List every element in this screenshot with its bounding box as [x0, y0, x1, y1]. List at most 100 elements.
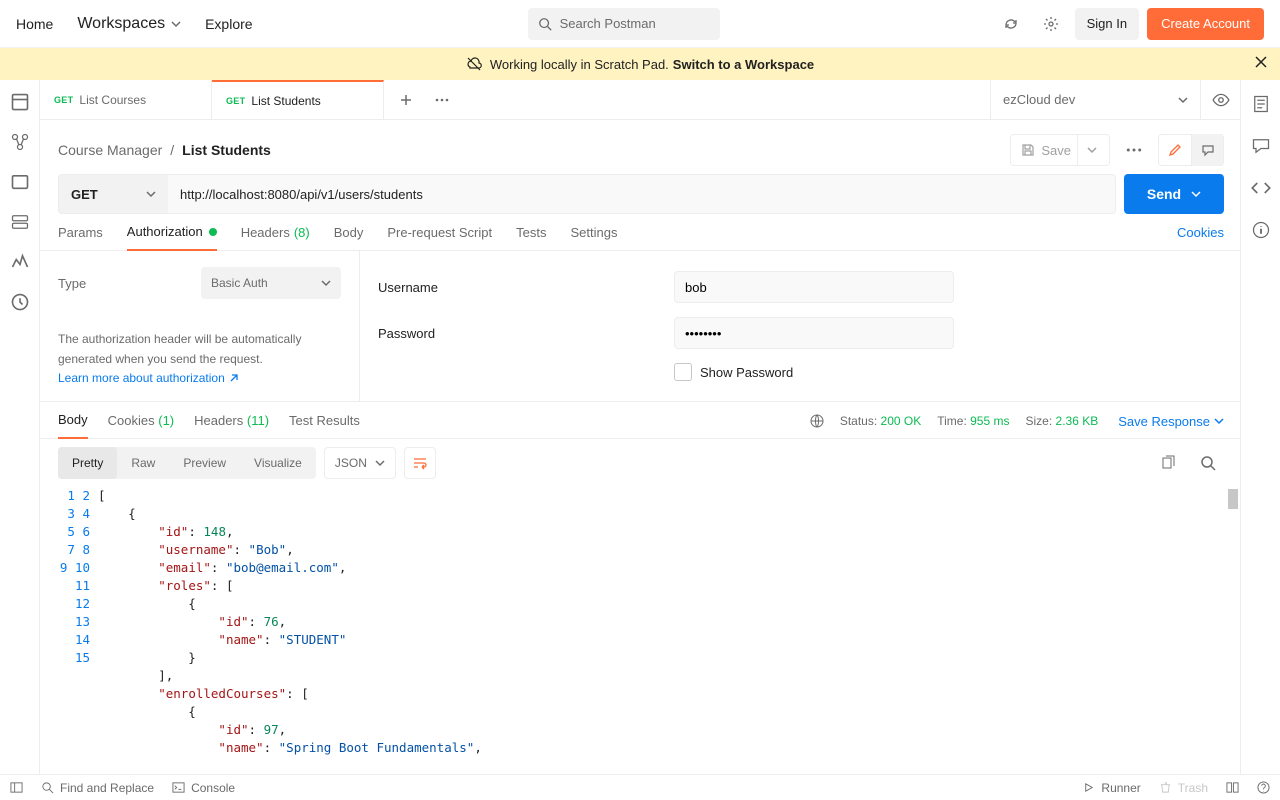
- status-value: 200 OK: [881, 414, 922, 428]
- search-response-icon[interactable]: [1192, 447, 1224, 479]
- chevron-down-icon: [146, 189, 156, 199]
- resp-tab-body[interactable]: Body: [58, 412, 88, 439]
- status-bar: Find and Replace Console Runner Trash: [0, 774, 1280, 800]
- time-value: 955 ms: [970, 414, 1009, 428]
- breadcrumb-parent[interactable]: Course Manager: [58, 142, 162, 158]
- search-input[interactable]: Search Postman: [528, 8, 720, 40]
- comments-icon[interactable]: [1251, 136, 1271, 156]
- find-replace-button[interactable]: Find and Replace: [41, 781, 154, 795]
- response-tabs: Body Cookies (1) Headers (11) Test Resul…: [40, 402, 1240, 439]
- settings-icon[interactable]: [1035, 8, 1067, 40]
- apis-icon[interactable]: [10, 132, 30, 152]
- trash-button[interactable]: Trash: [1159, 781, 1208, 795]
- username-label: Username: [378, 280, 658, 295]
- username-input[interactable]: [674, 271, 954, 303]
- mode-preview[interactable]: Preview: [169, 447, 240, 479]
- environment-name: ezCloud dev: [1003, 92, 1075, 107]
- toggle-sidebar-icon[interactable]: [10, 781, 23, 794]
- password-input[interactable]: [674, 317, 954, 349]
- external-link-icon: [229, 373, 239, 383]
- history-icon[interactable]: [10, 292, 30, 312]
- edit-button[interactable]: [1159, 134, 1191, 166]
- auth-description: The authorization header will be automat…: [58, 329, 341, 370]
- network-icon[interactable]: [810, 414, 824, 428]
- code-icon[interactable]: [1251, 178, 1271, 198]
- edit-comment-group: [1158, 134, 1224, 166]
- auth-learn-more-link[interactable]: Learn more about authorization: [58, 371, 239, 385]
- console-icon: [172, 781, 185, 794]
- resp-tab-testresults[interactable]: Test Results: [289, 413, 360, 438]
- sync-icon[interactable]: [995, 8, 1027, 40]
- nav-workspaces[interactable]: Workspaces: [77, 15, 181, 33]
- breadcrumb: Course Manager / List Students: [58, 142, 271, 158]
- mode-pretty[interactable]: Pretty: [58, 447, 117, 479]
- auth-type-label: Type: [58, 276, 86, 291]
- monitors-icon[interactable]: [10, 252, 30, 272]
- docs-icon[interactable]: [1251, 94, 1271, 114]
- console-button[interactable]: Console: [172, 781, 235, 795]
- tab-list-courses[interactable]: GET List Courses: [40, 80, 212, 119]
- resp-tab-cookies[interactable]: Cookies (1): [108, 413, 174, 438]
- request-more-icon[interactable]: [1118, 134, 1150, 166]
- response-body[interactable]: 1 2 3 4 5 6 7 8 9 10 11 12 13 14 15 [ { …: [40, 487, 1240, 774]
- save-button[interactable]: Save: [1010, 134, 1110, 166]
- method-value: GET: [71, 187, 98, 202]
- tab-authorization[interactable]: Authorization: [127, 224, 217, 251]
- search-icon: [538, 17, 552, 31]
- auth-type-value: Basic Auth: [211, 276, 268, 290]
- tab-label: List Courses: [79, 93, 146, 107]
- tabs-more-icon[interactable]: [428, 98, 456, 102]
- create-account-button[interactable]: Create Account: [1147, 8, 1264, 40]
- save-response-button[interactable]: Save Response: [1118, 414, 1224, 437]
- environment-selector[interactable]: ezCloud dev: [990, 80, 1200, 119]
- new-tab-button[interactable]: [392, 93, 420, 107]
- cookies-link[interactable]: Cookies: [1177, 225, 1224, 250]
- cloud-off-icon: [466, 56, 482, 72]
- view-mode-group: Pretty Raw Preview Visualize: [58, 447, 316, 479]
- resp-tab-headers[interactable]: Headers (11): [194, 413, 269, 438]
- tab-tests[interactable]: Tests: [516, 225, 546, 250]
- comment-button[interactable]: [1191, 134, 1223, 166]
- url-input[interactable]: http://localhost:8080/api/v1/users/stude…: [168, 174, 1116, 214]
- right-sidebar: [1240, 80, 1280, 774]
- banner-cta[interactable]: Switch to a Workspace: [673, 57, 814, 72]
- show-password-checkbox[interactable]: [674, 363, 692, 381]
- format-selector[interactable]: JSON: [324, 447, 396, 479]
- sign-in-button[interactable]: Sign In: [1075, 8, 1139, 40]
- tab-params[interactable]: Params: [58, 225, 103, 250]
- minimap-scrollbar[interactable]: [1226, 487, 1240, 774]
- tab-body[interactable]: Body: [334, 225, 364, 250]
- tab-prerequest[interactable]: Pre-request Script: [387, 225, 492, 250]
- env-quicklook-icon[interactable]: [1200, 80, 1240, 119]
- collections-icon[interactable]: [10, 92, 30, 112]
- url-value: http://localhost:8080/api/v1/users/stude…: [180, 187, 423, 202]
- help-icon[interactable]: [1257, 781, 1270, 794]
- tab-row: GET List Courses GET List Students ezClo…: [40, 80, 1240, 120]
- password-label: Password: [378, 326, 658, 341]
- environments-icon[interactable]: [10, 172, 30, 192]
- tab-settings[interactable]: Settings: [570, 225, 617, 250]
- two-pane-icon[interactable]: [1226, 781, 1239, 794]
- copy-response-icon[interactable]: [1152, 447, 1184, 479]
- auth-type-selector[interactable]: Basic Auth: [201, 267, 341, 299]
- mode-raw[interactable]: Raw: [117, 447, 169, 479]
- mode-visualize[interactable]: Visualize: [240, 447, 316, 479]
- search-icon: [41, 781, 54, 794]
- show-password-label: Show Password: [700, 365, 793, 380]
- wrap-button[interactable]: [404, 447, 436, 479]
- search-placeholder: Search Postman: [560, 16, 656, 31]
- tab-method: GET: [54, 95, 73, 105]
- info-icon[interactable]: [1251, 220, 1271, 240]
- tab-headers[interactable]: Headers (8): [241, 225, 310, 250]
- tab-list-students[interactable]: GET List Students: [212, 80, 384, 119]
- nav-home[interactable]: Home: [16, 16, 53, 32]
- method-selector[interactable]: GET: [58, 174, 168, 214]
- nav-explore[interactable]: Explore: [205, 16, 252, 32]
- send-button[interactable]: Send: [1124, 174, 1224, 214]
- banner-close-icon[interactable]: [1254, 55, 1268, 69]
- chevron-down-icon: [375, 458, 385, 468]
- mock-servers-icon[interactable]: [10, 212, 30, 232]
- size-value: 2.36 KB: [1056, 414, 1099, 428]
- trash-icon: [1159, 781, 1172, 794]
- runner-button[interactable]: Runner: [1082, 781, 1140, 795]
